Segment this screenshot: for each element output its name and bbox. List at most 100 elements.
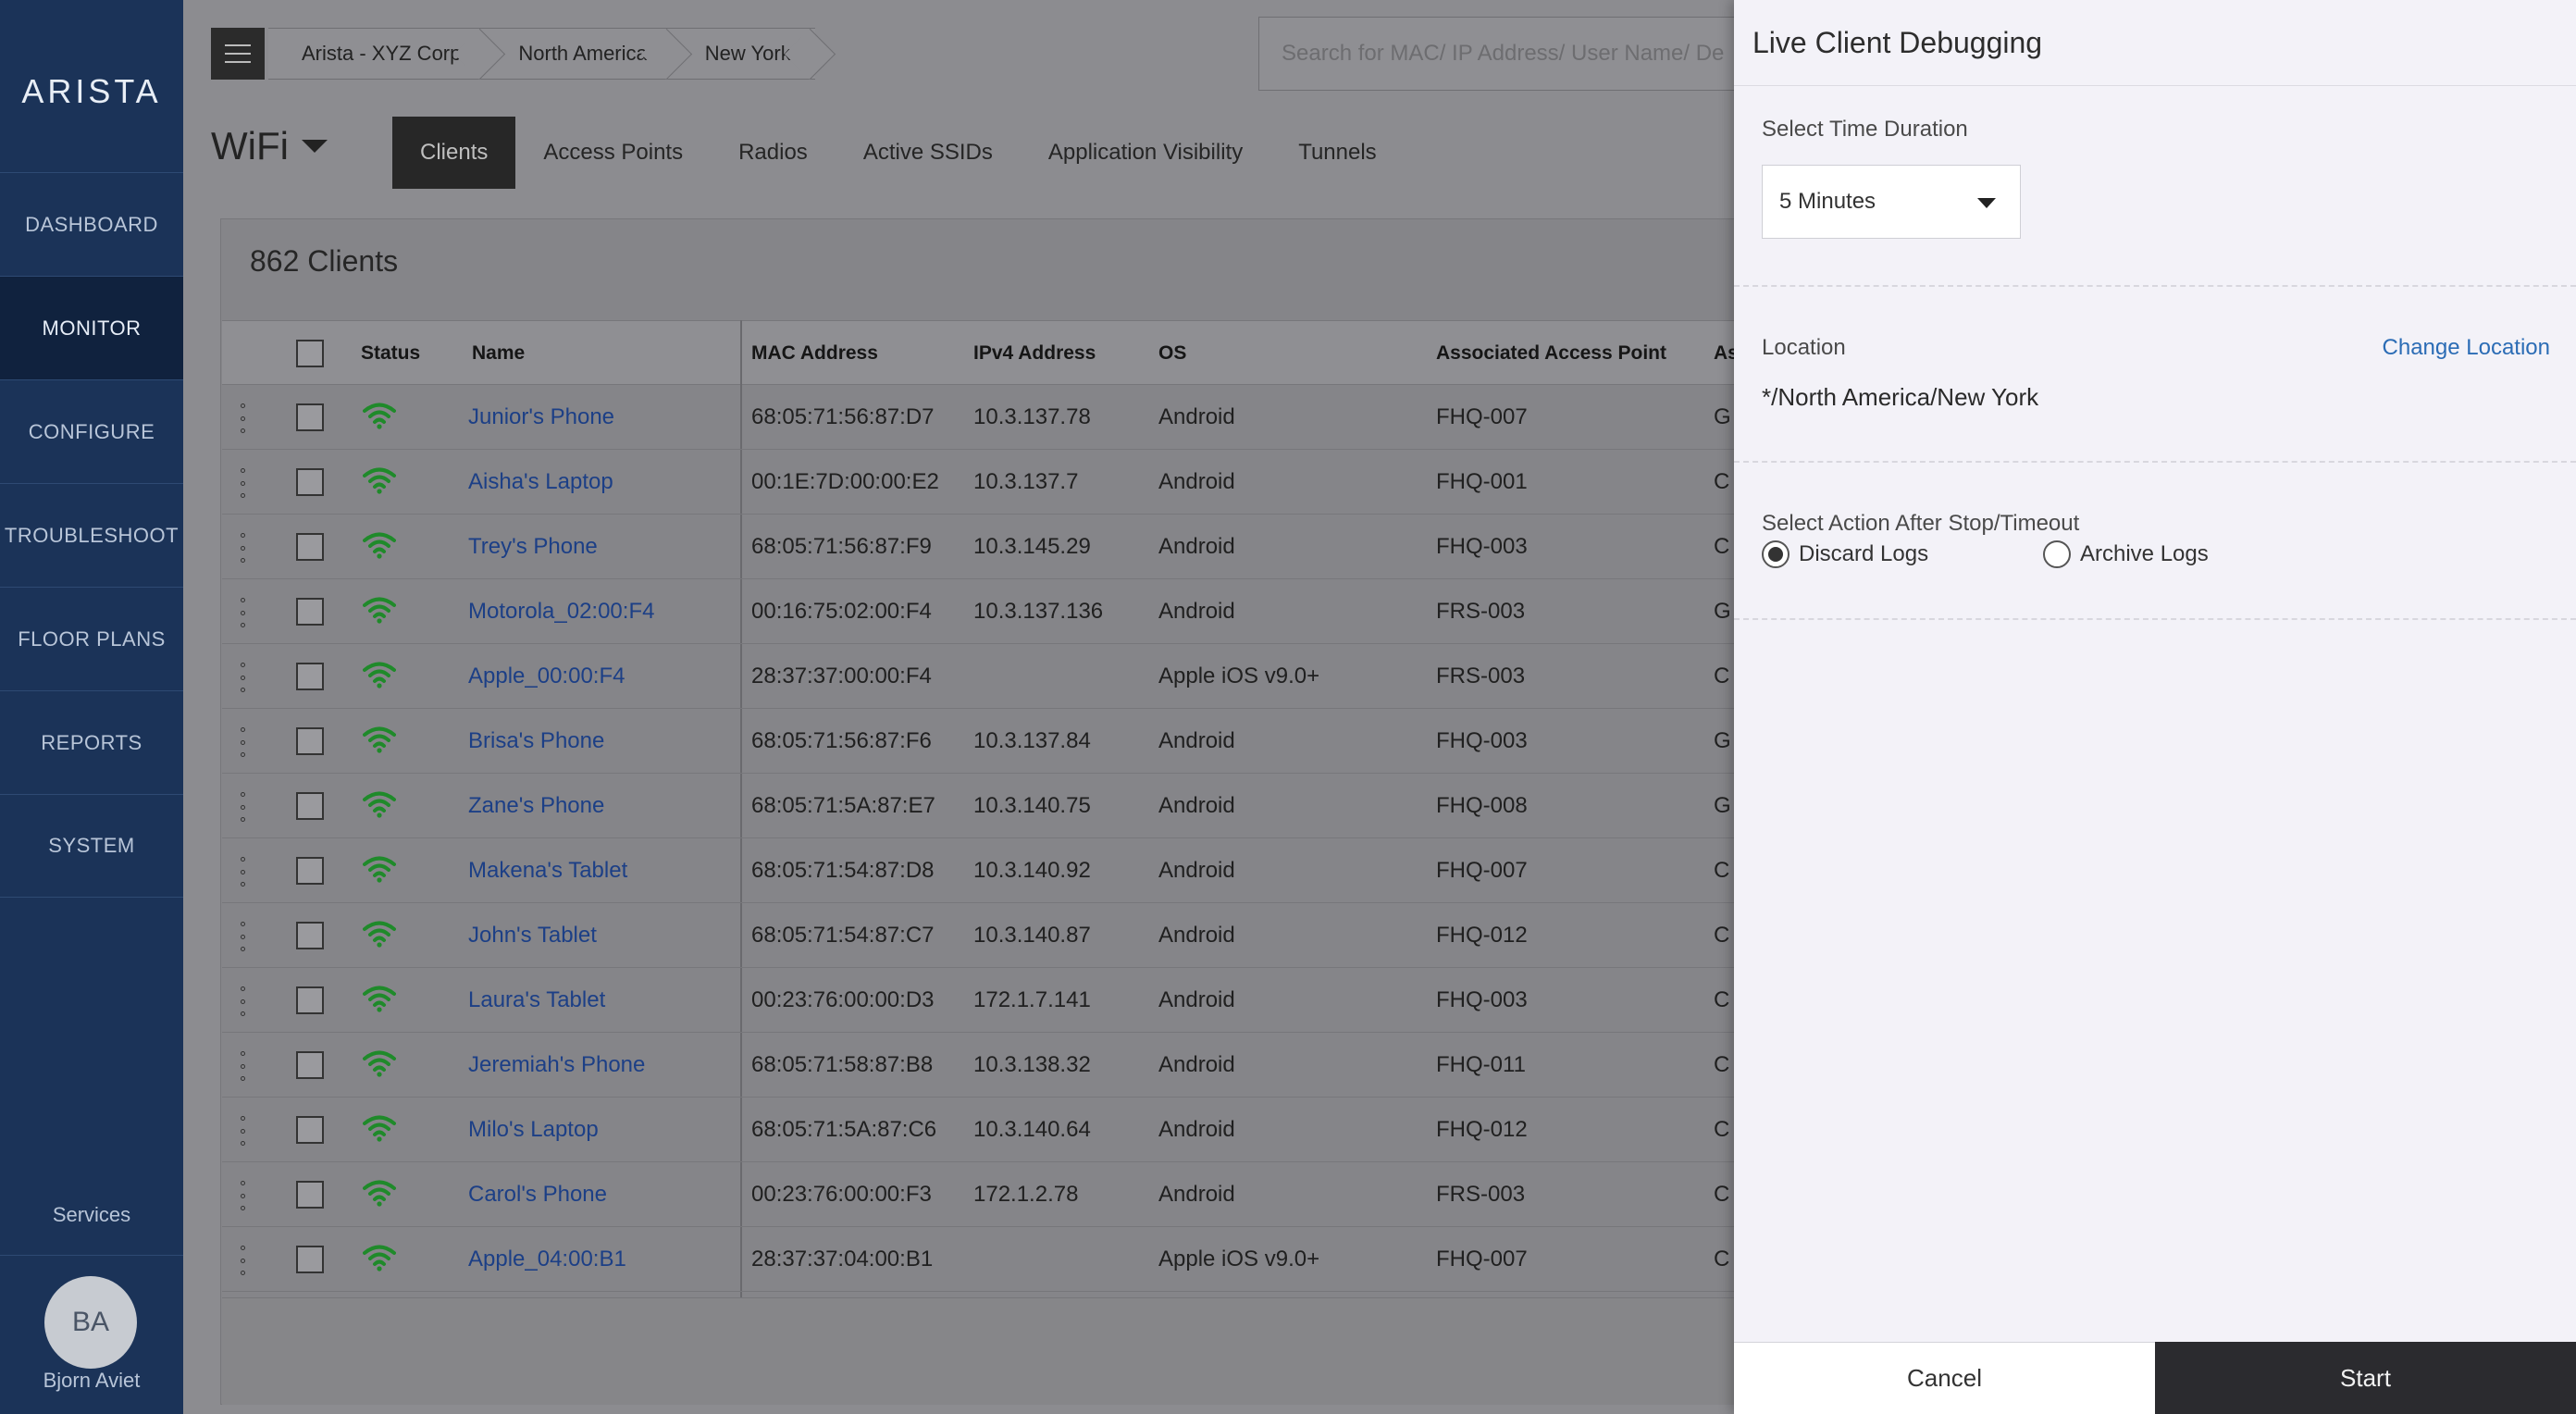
tab-radios[interactable]: Radios (711, 117, 836, 189)
tab-bar: Clients Access Points Radios Active SSID… (392, 117, 1405, 189)
client-name-link[interactable]: Carol's Phone (468, 1162, 607, 1227)
column-associated-ap[interactable]: Associated Access Point (1436, 321, 1666, 386)
tab-access-points[interactable]: Access Points (515, 117, 711, 189)
client-name-link[interactable]: Junior's Phone (468, 385, 614, 450)
row-checkbox[interactable] (296, 1051, 324, 1079)
client-name-link[interactable]: Milo's Laptop (468, 1098, 599, 1162)
row-checkbox[interactable] (296, 922, 324, 949)
row-checkbox[interactable] (296, 1116, 324, 1144)
sidebar-item-configure[interactable]: CONFIGURE (0, 379, 183, 483)
drag-handle-icon[interactable] (239, 922, 246, 951)
drag-handle-icon[interactable] (239, 1246, 246, 1275)
sidebar-item-monitor[interactable]: MONITOR (0, 276, 183, 379)
mac-address: 68:05:71:56:87:F6 (751, 728, 932, 753)
row-checkbox[interactable] (296, 663, 324, 690)
column-status[interactable]: Status (361, 321, 420, 386)
divider (1734, 285, 2576, 287)
client-name-link[interactable]: Jeremiah's Phone (468, 1033, 645, 1098)
drag-handle-icon[interactable] (239, 663, 246, 692)
drag-handle-icon[interactable] (239, 1181, 246, 1210)
drag-handle-icon[interactable] (239, 1116, 246, 1146)
tab-active-ssids[interactable]: Active SSIDs (836, 117, 1021, 189)
archive-logs-radio[interactable] (2043, 540, 2071, 568)
mac-address: 68:05:71:54:87:C7 (751, 923, 935, 948)
start-button[interactable]: Start (2155, 1342, 2576, 1414)
row-checkbox[interactable] (296, 792, 324, 820)
column-os[interactable]: OS (1158, 321, 1186, 386)
column-mac[interactable]: MAC Address (751, 321, 878, 386)
client-name-link[interactable]: Laura's Tablet (468, 968, 605, 1033)
discard-logs-radio[interactable] (1762, 540, 1790, 568)
client-name-link[interactable]: Brisa's Phone (468, 709, 604, 774)
client-name-link[interactable]: Makena's Tablet (468, 838, 627, 903)
drawer-title: Live Client Debugging (1752, 26, 2043, 59)
change-location-link[interactable]: Change Location (2383, 335, 2550, 361)
drag-handle-icon[interactable] (239, 403, 246, 433)
ipv4-address: 10.3.137.7 (973, 469, 1079, 494)
sidebar-item-reports[interactable]: REPORTS (0, 690, 183, 794)
drag-handle-icon[interactable] (239, 1051, 246, 1081)
drag-handle-icon[interactable] (239, 986, 246, 1016)
mac-address: 28:37:37:00:00:F4 (751, 664, 932, 688)
wifi-signal-icon (363, 1115, 396, 1142)
cancel-button[interactable]: Cancel (1734, 1342, 2155, 1414)
os-value: Android (1158, 1117, 1235, 1142)
column-ipv4[interactable]: IPv4 Address (973, 321, 1096, 386)
row-checkbox[interactable] (296, 727, 324, 755)
client-name-link[interactable]: Trey's Phone (468, 515, 598, 579)
divider (1734, 85, 2576, 86)
live-client-debugging-drawer: Live Client Debugging Select Time Durati… (1734, 0, 2576, 1414)
sidebar-item-floor-plans[interactable]: FLOOR PLANS (0, 587, 183, 690)
user-block: BA Bjorn Aviet (0, 1255, 183, 1414)
column-name[interactable]: Name (472, 321, 525, 386)
os-value: Android (1158, 728, 1235, 753)
row-checkbox[interactable] (296, 403, 324, 431)
client-name-link[interactable]: Motorola_02:00:F4 (468, 579, 654, 644)
row-checkbox[interactable] (296, 1181, 324, 1209)
services-link[interactable]: Services (0, 1203, 183, 1227)
row-checkbox[interactable] (296, 598, 324, 626)
wifi-signal-icon (363, 403, 396, 429)
client-name-link[interactable]: Apple_00:00:F4 (468, 644, 625, 709)
client-name-link[interactable]: Apple_04:00:B1 (468, 1227, 626, 1292)
drag-handle-icon[interactable] (239, 727, 246, 757)
row-checkbox[interactable] (296, 468, 324, 496)
ipv4-address: 10.3.140.75 (973, 793, 1091, 818)
breadcrumb-item[interactable]: North America (485, 28, 672, 80)
drag-handle-icon[interactable] (239, 468, 246, 498)
os-value: Apple iOS v9.0+ (1158, 664, 1320, 688)
select-all-checkbox[interactable] (296, 340, 324, 367)
ipv4-address: 172.1.2.78 (973, 1182, 1079, 1207)
archive-logs-option[interactable]: Archive Logs (2043, 540, 2209, 568)
sidebar-item-troubleshoot[interactable]: TROUBLESHOOT (0, 483, 183, 587)
truncated-value: C (1714, 664, 1730, 688)
client-name-link[interactable]: Aisha's Laptop (468, 450, 613, 515)
truncated-value: C (1714, 858, 1730, 883)
drag-handle-icon[interactable] (239, 598, 246, 627)
breadcrumb-item[interactable]: Arista - XYZ Corp (268, 28, 486, 80)
breadcrumb-item[interactable]: New York (671, 28, 815, 80)
drag-handle-icon[interactable] (239, 533, 246, 563)
sidebar-item-dashboard[interactable]: DASHBOARD (0, 172, 183, 276)
client-name-link[interactable]: Zane's Phone (468, 774, 604, 838)
user-name: Bjorn Aviet (43, 1369, 141, 1392)
tab-tunnels[interactable]: Tunnels (1270, 117, 1405, 189)
sidebar-item-system[interactable]: SYSTEM (0, 794, 183, 898)
row-checkbox[interactable] (296, 857, 324, 885)
drag-handle-icon[interactable] (239, 857, 246, 887)
tab-clients[interactable]: Clients (392, 117, 516, 189)
row-checkbox[interactable] (296, 1246, 324, 1273)
row-checkbox[interactable] (296, 986, 324, 1014)
hamburger-menu-icon[interactable] (211, 28, 265, 80)
sidebar: ARISTA DASHBOARD MONITOR CONFIGURE TROUB… (0, 0, 183, 1414)
section-dropdown[interactable]: WiFi (211, 124, 328, 168)
client-name-link[interactable]: John's Tablet (468, 903, 597, 968)
tab-application-visibility[interactable]: Application Visibility (1021, 117, 1270, 189)
discard-logs-option[interactable]: Discard Logs (1762, 540, 1928, 568)
divider (1734, 618, 2576, 620)
row-checkbox[interactable] (296, 533, 324, 561)
drag-handle-icon[interactable] (239, 792, 246, 822)
avatar[interactable]: BA (44, 1276, 137, 1369)
duration-select[interactable]: 5 Minutes (1762, 165, 2021, 239)
ipv4-address: 10.3.140.92 (973, 858, 1091, 883)
